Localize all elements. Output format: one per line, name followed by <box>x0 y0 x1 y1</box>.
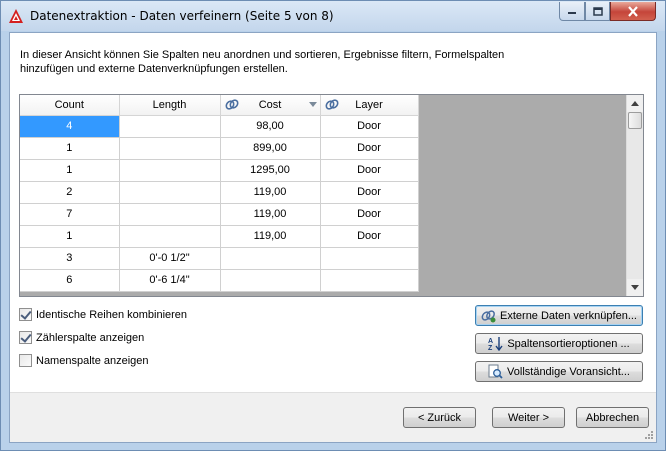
column-header-label: Count <box>54 98 84 111</box>
description-text: In dieser Ansicht können Sie Spalten neu… <box>20 49 505 75</box>
scroll-up-button[interactable] <box>627 95 643 112</box>
column-header-layer[interactable]: Layer <box>320 95 419 116</box>
table-cell[interactable]: 1295,00 <box>220 159 321 182</box>
title-bar[interactable]: Datenextraktion - Daten verfeinern (Seit… <box>1 1 665 31</box>
dialog-window: Datenextraktion - Daten verfeinern (Seit… <box>0 0 666 451</box>
window-title: Datenextraktion - Daten verfeinern (Seit… <box>30 9 334 23</box>
count-column-label: Zählerspalte anzeigen <box>36 331 145 344</box>
table-cell[interactable]: 0'-0 1/2" <box>119 247 221 270</box>
autocad-app-icon <box>9 9 23 23</box>
table-cell[interactable]: Door <box>320 159 419 182</box>
dialog-footer: < Zurück Weiter > Abbrechen <box>10 392 656 442</box>
table-cell[interactable]: 4 <box>20 115 120 138</box>
column-header-cost[interactable]: Cost <box>220 95 321 116</box>
table-row[interactable]: 1 899,00 Door <box>20 137 419 160</box>
maximize-button[interactable] <box>585 2 610 21</box>
table-cell[interactable] <box>320 269 419 292</box>
table-cell[interactable]: Door <box>320 137 419 160</box>
name-column-label: Namenspalte anzeigen <box>36 354 149 367</box>
link-icon <box>225 99 238 110</box>
table-cell[interactable]: Door <box>320 181 419 204</box>
table-row[interactable]: 6 0'-6 1/4" <box>20 269 419 292</box>
table-cell[interactable]: 7 <box>20 203 120 226</box>
link-icon <box>325 99 338 110</box>
table-cell[interactable] <box>119 115 221 138</box>
table-cell[interactable]: 2 <box>20 181 120 204</box>
table-cell[interactable]: 1 <box>20 225 120 248</box>
table-cell[interactable]: Door <box>320 225 419 248</box>
svg-text:Z: Z <box>488 345 493 351</box>
table-cell[interactable]: Door <box>320 203 419 226</box>
minimize-icon <box>568 12 576 14</box>
table-cell[interactable]: 3 <box>20 247 120 270</box>
link-external-data-button[interactable]: Externe Daten verknüpfen... <box>475 305 643 326</box>
table-cell[interactable]: 98,00 <box>220 115 321 138</box>
data-grid: Count Length Cost Layer 4 98,00 Door 1 8… <box>19 94 644 297</box>
full-preview-label: Vollständige Voransicht... <box>507 365 630 378</box>
svg-text:A: A <box>488 338 493 345</box>
next-button-label: Weiter > <box>507 411 550 424</box>
table-cell[interactable] <box>119 159 221 182</box>
table-cell[interactable] <box>220 247 321 270</box>
back-button[interactable]: < Zurück <box>403 407 476 428</box>
count-column-option[interactable]: Zählerspalte anzeigen <box>19 331 144 344</box>
combine-rows-option[interactable]: Identische Reihen kombinieren <box>19 308 187 321</box>
column-header-label: Layer <box>355 98 383 111</box>
sort-options-label: Spaltensortieroptionen ... <box>507 337 630 350</box>
link-external-data-label: Externe Daten verknüpfen... <box>500 309 637 322</box>
vertical-scrollbar[interactable] <box>626 95 643 296</box>
name-column-checkbox[interactable] <box>19 354 32 367</box>
maximize-icon <box>592 6 603 16</box>
table-cell[interactable]: 119,00 <box>220 225 321 248</box>
sort-az-icon: A Z <box>488 337 503 351</box>
sort-descending-icon <box>308 102 317 107</box>
table-cell[interactable]: 6 <box>20 269 120 292</box>
table-cell[interactable]: 1 <box>20 159 120 182</box>
cancel-button-label: Abbrechen <box>585 411 640 424</box>
data-table: Count Length Cost Layer 4 98,00 Door 1 8… <box>20 95 419 292</box>
table-cell[interactable] <box>320 247 419 270</box>
combine-rows-checkbox[interactable] <box>19 308 32 321</box>
combine-rows-label: Identische Reihen kombinieren <box>36 308 188 321</box>
table-cell[interactable]: 0'-6 1/4" <box>119 269 221 292</box>
minimize-button[interactable] <box>559 2 585 21</box>
table-cell[interactable] <box>220 269 321 292</box>
table-row[interactable]: 3 0'-0 1/2" <box>20 247 419 270</box>
column-header-label: Length <box>152 98 187 111</box>
table-row[interactable]: 7 119,00 Door <box>20 203 419 226</box>
table-row[interactable]: 1 1295,00 Door <box>20 159 419 182</box>
table-row[interactable]: 2 119,00 Door <box>20 181 419 204</box>
table-cell[interactable]: 119,00 <box>220 181 321 204</box>
table-cell[interactable]: 1 <box>20 137 120 160</box>
column-header-length[interactable]: Length <box>119 95 221 116</box>
dialog-client-area: In dieser Ansicht können Sie Spalten neu… <box>9 32 657 443</box>
close-icon <box>628 5 638 17</box>
table-row[interactable]: 1 119,00 Door <box>20 225 419 248</box>
arrow-up-icon <box>631 101 639 106</box>
name-column-option[interactable]: Namenspalte anzeigen <box>19 354 149 367</box>
table-cell[interactable] <box>119 181 221 204</box>
arrow-down-icon <box>631 285 639 290</box>
cancel-button[interactable]: Abbrechen <box>576 407 649 428</box>
table-cell[interactable] <box>119 225 221 248</box>
full-preview-button[interactable]: Vollständige Voransicht... <box>475 361 643 382</box>
scroll-down-button[interactable] <box>627 279 643 296</box>
table-cell[interactable]: 119,00 <box>220 203 321 226</box>
column-header-count[interactable]: Count <box>20 95 120 116</box>
column-header-label: Cost <box>258 98 282 111</box>
next-button[interactable]: Weiter > <box>492 407 565 428</box>
table-cell[interactable] <box>119 137 221 160</box>
resize-grip-icon[interactable] <box>642 428 654 440</box>
table-row[interactable]: 4 98,00 Door <box>20 115 419 138</box>
count-column-checkbox[interactable] <box>19 331 32 344</box>
back-button-label: < Zurück <box>417 411 462 424</box>
table-cell[interactable]: 899,00 <box>220 137 321 160</box>
close-button[interactable] <box>610 2 656 21</box>
sort-options-button[interactable]: A Z Spaltensortieroptionen ... <box>475 333 643 354</box>
preview-magnifier-icon <box>488 364 503 379</box>
scroll-thumb[interactable] <box>628 112 642 129</box>
table-cell[interactable] <box>119 203 221 226</box>
table-cell[interactable]: Door <box>320 115 419 138</box>
external-link-icon <box>481 310 496 323</box>
